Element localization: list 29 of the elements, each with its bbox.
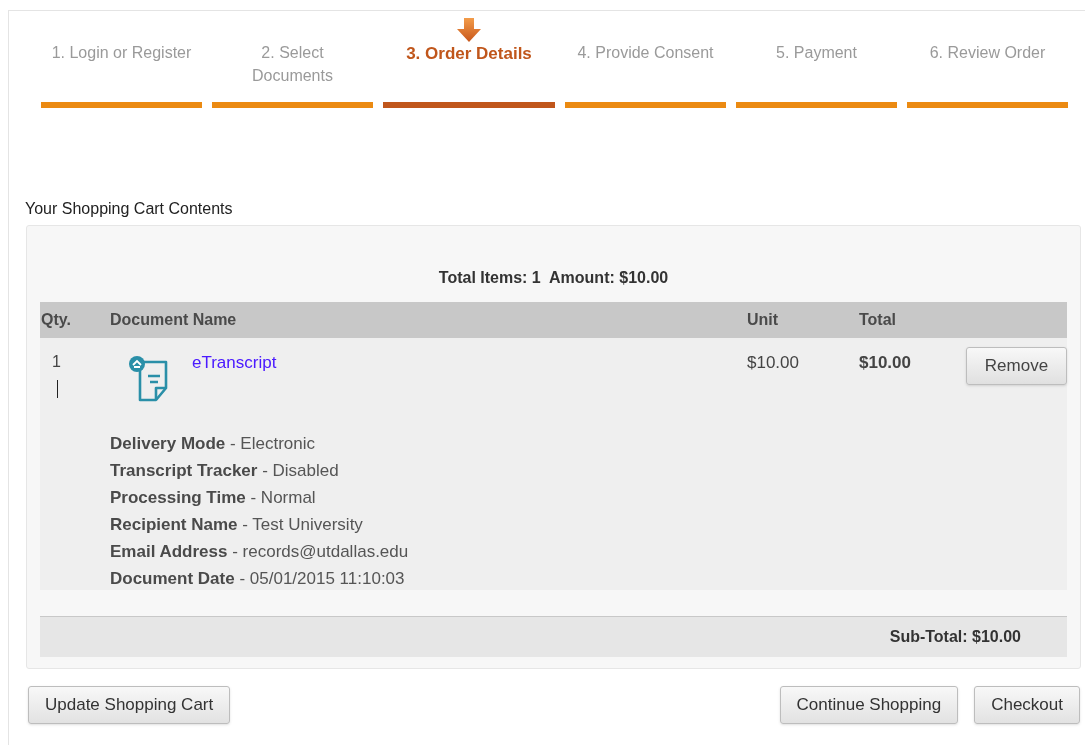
detail-line: Recipient Name - Test University <box>110 514 364 536</box>
detail-line: Document Date - 05/01/2015 11:10:03 <box>110 568 406 590</box>
column-header: Qty. <box>41 311 71 328</box>
column-header: Total <box>859 311 897 328</box>
quantity: 1 <box>52 352 62 372</box>
step-label: 3. Order Details <box>405 43 533 65</box>
column-header: Document Name <box>110 311 237 328</box>
detail-line: Processing Time - Normal <box>110 487 317 509</box>
remove-button[interactable]: Remove <box>966 347 1067 385</box>
column-header: Unit <box>747 311 779 328</box>
text-cursor <box>57 380 58 398</box>
step-label: 6. Review Order <box>928 43 1047 63</box>
step-label: 2. Select Documents <box>251 43 334 86</box>
step-label: 1. Login or Register <box>50 43 193 63</box>
checkout-button[interactable]: Checkout <box>974 686 1080 724</box>
detail-line: Transcript Tracker - Disabled <box>110 460 340 482</box>
update-cart-button[interactable]: Update Shopping Cart <box>28 686 231 724</box>
unit-price: $10.00 <box>747 353 799 372</box>
subtotal: Sub-Total: $10.00 <box>889 627 1021 647</box>
cart-summary: Total Items: 1 Amount: $10.00 <box>438 268 669 288</box>
document-link[interactable]: eTranscript <box>192 350 277 404</box>
detail-line: Delivery Mode - Electronic <box>110 433 316 455</box>
detail-line: Email Address - records@utdallas.edu <box>110 541 410 563</box>
total-price: $10.00 <box>859 353 911 372</box>
step-label: 4. Provide Consent <box>576 43 715 63</box>
section-heading: Your Shopping Cart Contents <box>25 199 234 219</box>
step-label: 5. Payment <box>775 43 858 63</box>
current-step-arrow-icon <box>456 17 482 43</box>
continue-shopping-button[interactable]: Continue Shopping <box>779 686 959 724</box>
